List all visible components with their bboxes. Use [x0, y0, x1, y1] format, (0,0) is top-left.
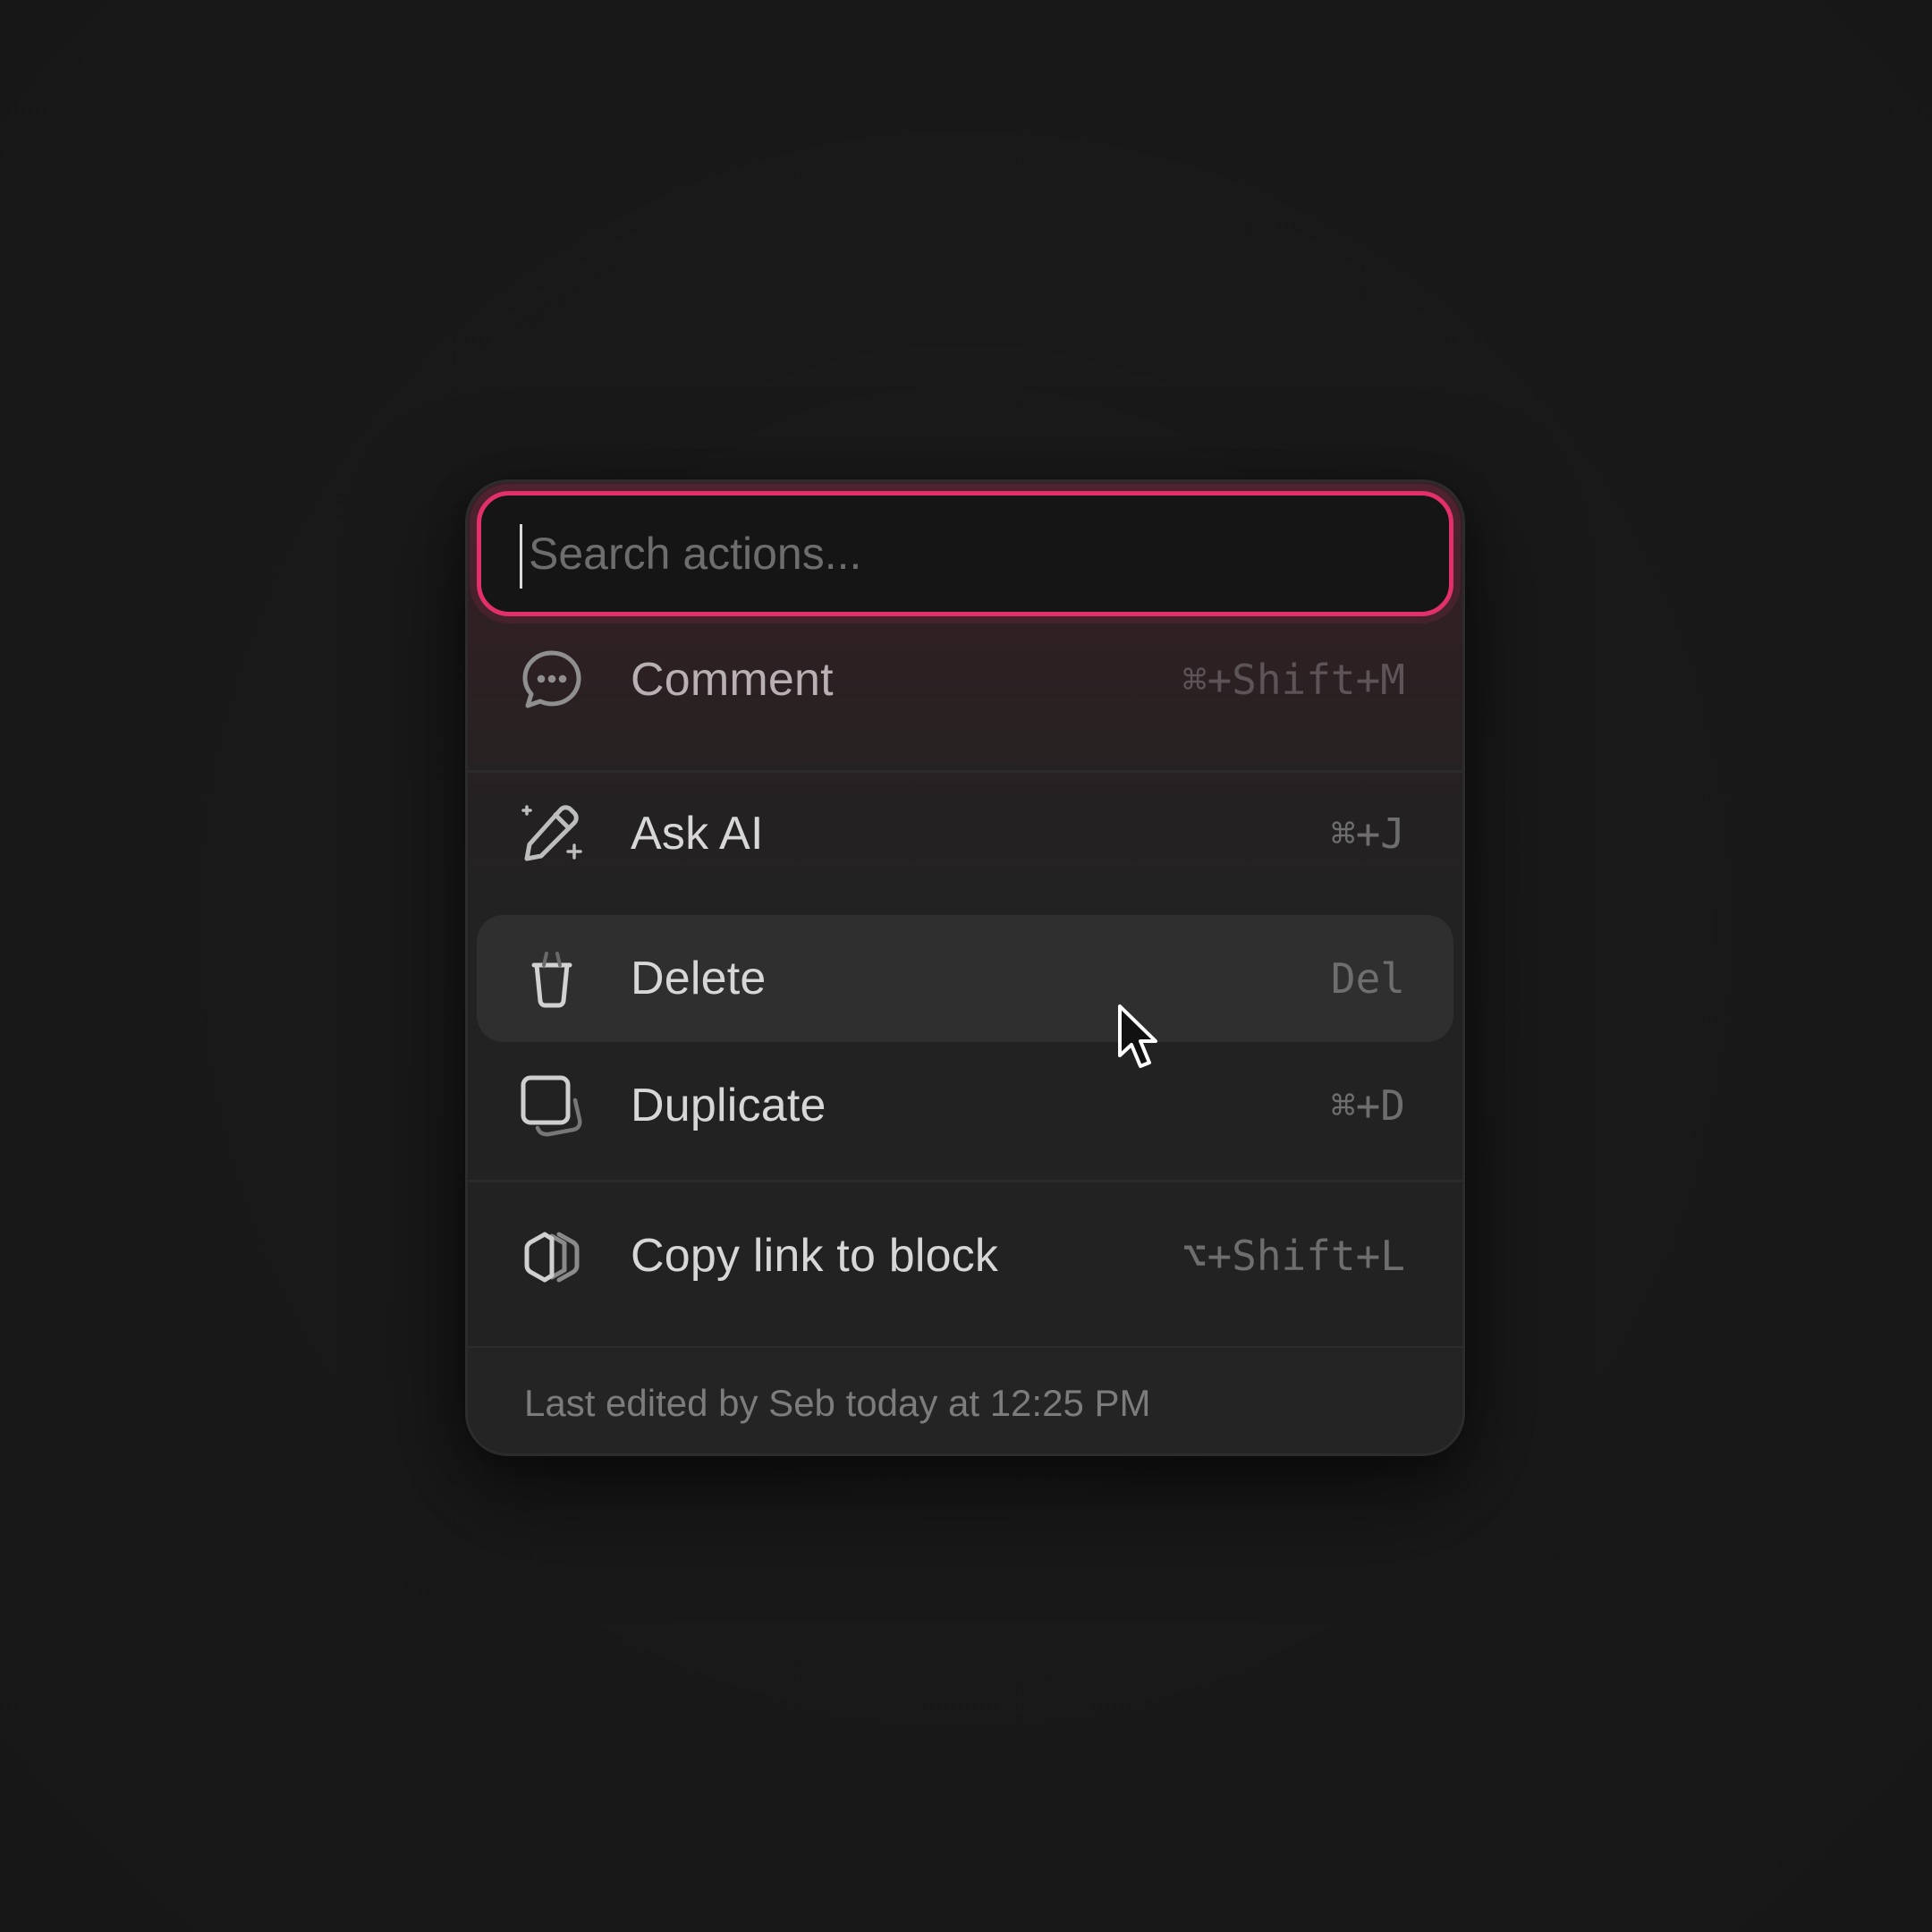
- last-edited-text: Last edited by Seb today at 12:25 PM: [524, 1382, 1151, 1424]
- menu-item-delete[interactable]: Delete Del: [477, 915, 1453, 1042]
- section-divider: [468, 1180, 1462, 1182]
- menu-item-label: Copy link to block: [631, 1230, 999, 1282]
- menu-item-ask-ai[interactable]: Ask AI ⌘+J: [477, 770, 1453, 897]
- menu-item-copy-link[interactable]: Copy link to block ⌥+Shift+L: [477, 1192, 1453, 1319]
- link-icon: [520, 1224, 584, 1288]
- shortcut-hint: ⌥+Shift+L: [1182, 1232, 1405, 1280]
- menu-item-label: Delete: [631, 953, 767, 1004]
- shortcut-hint: ⌘+Shift+M: [1182, 656, 1405, 704]
- search-box[interactable]: [477, 491, 1453, 616]
- shortcut-hint: ⌘+D: [1330, 1081, 1405, 1130]
- menu-item-duplicate[interactable]: Duplicate ⌘+D: [477, 1042, 1453, 1169]
- search-input[interactable]: [521, 515, 1405, 592]
- menu-item-label: Comment: [631, 654, 834, 706]
- shortcut-hint: Del: [1330, 954, 1405, 1003]
- menu-item-label: Duplicate: [631, 1080, 826, 1131]
- trash-icon: [520, 946, 584, 1011]
- ai-pencil-sparkle-icon: [520, 801, 584, 866]
- mouse-cursor-icon: [1116, 1004, 1163, 1072]
- menu-footer: Last edited by Seb today at 12:25 PM: [468, 1348, 1462, 1453]
- actions-menu: Comment ⌘+Shift+M Ask AI ⌘+J: [465, 479, 1465, 1456]
- menu-item-comment[interactable]: Comment ⌘+Shift+M: [477, 616, 1453, 743]
- text-caret: [520, 524, 522, 589]
- shortcut-hint: ⌘+J: [1330, 809, 1405, 858]
- duplicate-icon: [520, 1073, 584, 1138]
- app-background: Comment ⌘+Shift+M Ask AI ⌘+J: [0, 0, 1932, 1932]
- comment-icon: [520, 648, 584, 712]
- menu-item-label: Ask AI: [631, 808, 764, 860]
